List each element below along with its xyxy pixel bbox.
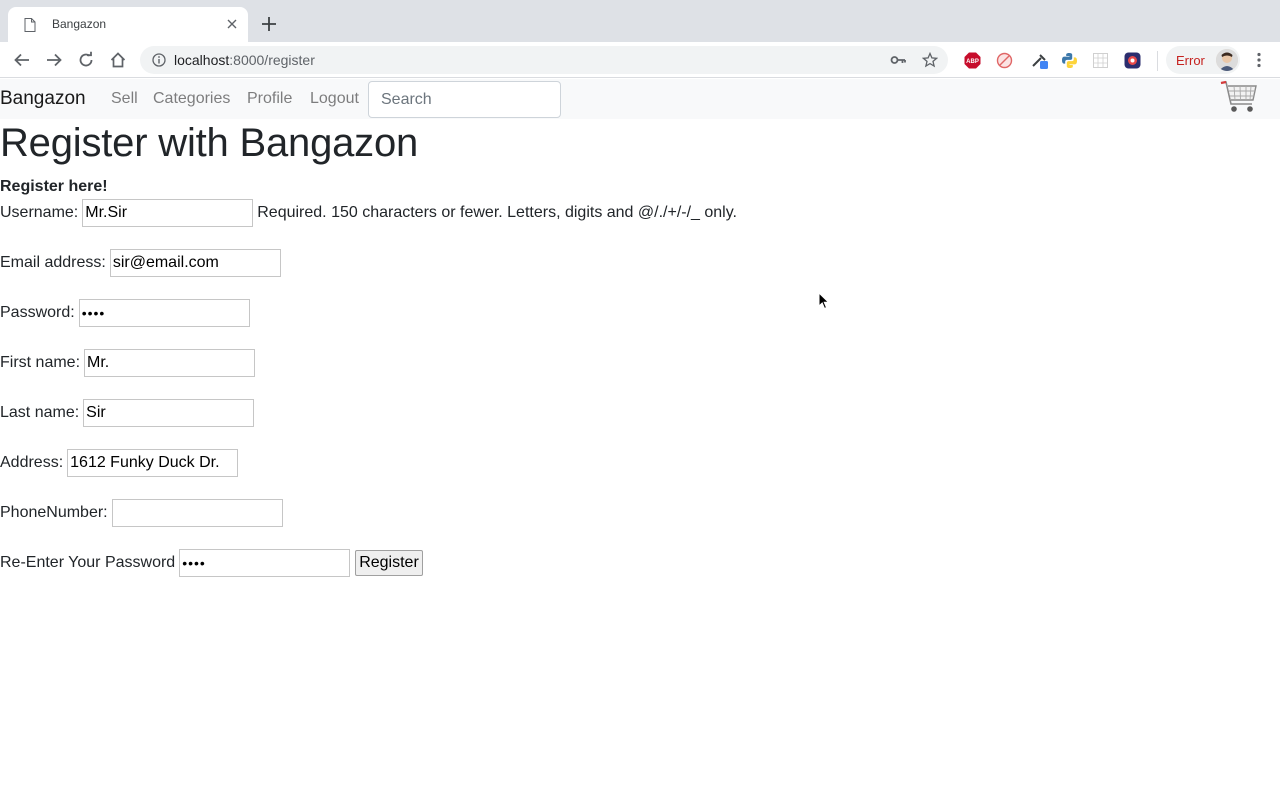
profile-avatar — [1216, 49, 1238, 71]
home-icon[interactable] — [109, 51, 127, 69]
page-title: Register with Bangazon — [0, 121, 419, 165]
address-input[interactable] — [67, 449, 239, 477]
address-bar[interactable]: localhost:8000/register — [140, 46, 948, 74]
username-help-text: Required. 150 characters or fewer. Lette… — [257, 204, 737, 221]
shield-extension-icon[interactable] — [1124, 52, 1141, 69]
email-row: Email address: — [0, 249, 281, 277]
python-icon[interactable] — [1061, 52, 1078, 69]
nav-link-profile[interactable]: Profile — [247, 90, 292, 108]
phone-label: PhoneNumber: — [0, 504, 108, 521]
mouse-pointer-icon — [818, 292, 830, 310]
last-name-input[interactable] — [83, 399, 255, 427]
search-input[interactable] — [368, 81, 561, 118]
browser-toolbar: localhost:8000/register ABP Error — [0, 42, 1280, 78]
svg-text:ABP: ABP — [966, 59, 979, 65]
nav-link-categories[interactable]: Categories — [153, 90, 230, 108]
username-label: Username: — [0, 204, 79, 221]
last-name-row: Last name: — [0, 399, 255, 427]
site-info-icon[interactable] — [152, 53, 166, 67]
new-tab-plus-icon[interactable] — [260, 15, 278, 33]
url-host: localhost — [174, 52, 230, 68]
tab-title: Bangazon — [52, 17, 107, 31]
address-row: Address: — [0, 449, 239, 477]
register-heading: Register here! — [0, 178, 108, 195]
bookmark-star-icon[interactable] — [922, 52, 938, 68]
forward-arrow-icon[interactable] — [45, 51, 63, 69]
close-tab-icon[interactable] — [224, 16, 240, 32]
shopping-cart-icon[interactable] — [1219, 80, 1259, 116]
nav-link-logout[interactable]: Logout — [310, 90, 359, 108]
nav-link-sell[interactable]: Sell — [111, 90, 138, 108]
site-navbar: Bangazon Sell Categories Profile Logout — [0, 79, 1280, 119]
browser-tab[interactable]: Bangazon — [8, 7, 248, 42]
back-arrow-icon[interactable] — [13, 51, 31, 69]
password-key-icon[interactable] — [890, 53, 906, 67]
last-name-label: Last name: — [0, 404, 80, 421]
blocker-icon[interactable] — [996, 52, 1013, 69]
browser-menu-icon[interactable] — [1254, 52, 1264, 68]
url-path: :8000/register — [229, 52, 315, 68]
user-avatar-icon — [1216, 49, 1238, 71]
username-input[interactable] — [82, 199, 254, 227]
email-input[interactable] — [109, 249, 281, 277]
grid-extension-icon[interactable] — [1092, 52, 1109, 69]
password-label: Password: — [0, 304, 75, 321]
first-name-label: First name: — [0, 354, 81, 371]
first-name-row: First name: — [0, 349, 256, 377]
phone-row: PhoneNumber: — [0, 499, 283, 527]
eyedropper-icon[interactable] — [1031, 52, 1048, 69]
register-button[interactable]: Register — [355, 550, 423, 576]
username-row: Username: Required. 150 characters or few… — [0, 199, 737, 227]
profile-error-button[interactable]: Error — [1166, 46, 1240, 74]
page-favicon-icon — [24, 18, 36, 32]
adblock-plus-icon[interactable]: ABP — [964, 52, 981, 69]
brand-link[interactable]: Bangazon — [0, 88, 86, 110]
first-name-input[interactable] — [84, 349, 256, 377]
address-label: Address: — [0, 454, 64, 471]
url-text: localhost:8000/register — [174, 52, 315, 68]
phone-input[interactable] — [111, 499, 283, 527]
reload-icon[interactable] — [77, 51, 95, 69]
browser-tab-strip: Bangazon — [0, 0, 1280, 42]
reenter-password-input[interactable] — [179, 549, 351, 577]
toolbar-separator — [1157, 51, 1158, 71]
password-row: Password: — [0, 299, 250, 327]
reenter-password-label: Re-Enter Your Password — [0, 554, 176, 571]
password-input[interactable] — [78, 299, 250, 327]
error-label: Error — [1176, 53, 1205, 68]
email-label: Email address: — [0, 254, 106, 271]
reenter-password-row: Re-Enter Your Password Register — [0, 549, 423, 577]
